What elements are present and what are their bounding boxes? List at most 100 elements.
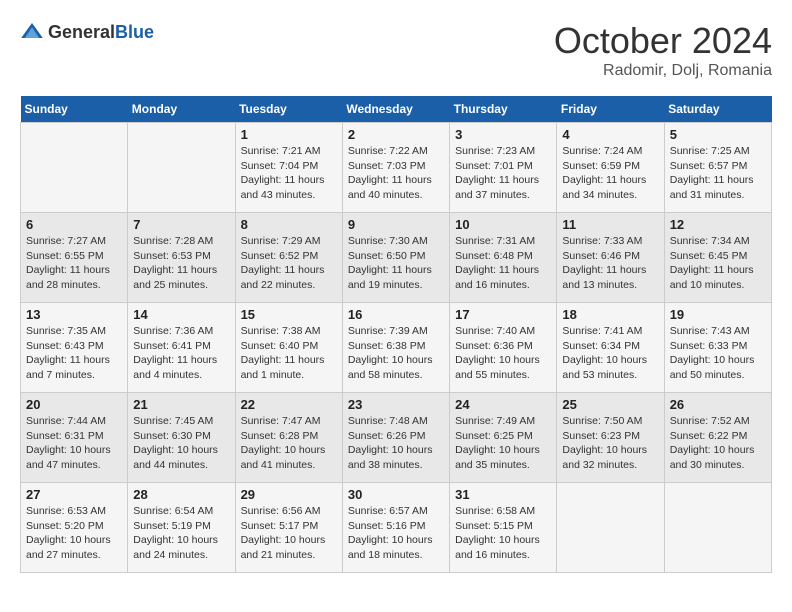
calendar-cell: 19 Sunrise: 7:43 AM Sunset: 6:33 PM Dayl… — [664, 303, 771, 393]
day-number: 17 — [455, 307, 551, 322]
calendar-cell: 25 Sunrise: 7:50 AM Sunset: 6:23 PM Dayl… — [557, 393, 664, 483]
sunset: Sunset: 6:22 PM — [670, 430, 748, 442]
calendar-cell: 5 Sunrise: 7:25 AM Sunset: 6:57 PM Dayli… — [664, 123, 771, 213]
sunset: Sunset: 6:31 PM — [26, 430, 104, 442]
sunrise: Sunrise: 7:27 AM — [26, 235, 106, 247]
day-info: Sunrise: 7:22 AM Sunset: 7:03 PM Dayligh… — [348, 144, 444, 203]
sunset: Sunset: 6:40 PM — [241, 340, 319, 352]
day-number: 7 — [133, 217, 229, 232]
day-info: Sunrise: 7:39 AM Sunset: 6:38 PM Dayligh… — [348, 324, 444, 383]
sunset: Sunset: 6:41 PM — [133, 340, 211, 352]
sunrise: Sunrise: 7:35 AM — [26, 325, 106, 337]
sunset: Sunset: 6:43 PM — [26, 340, 104, 352]
calendar-week-row: 13 Sunrise: 7:35 AM Sunset: 6:43 PM Dayl… — [21, 303, 772, 393]
calendar-cell: 21 Sunrise: 7:45 AM Sunset: 6:30 PM Dayl… — [128, 393, 235, 483]
daylight: Daylight: 10 hours and 18 minutes. — [348, 534, 433, 561]
sunrise: Sunrise: 7:40 AM — [455, 325, 535, 337]
day-number: 25 — [562, 397, 658, 412]
month-title: October 2024 — [554, 20, 772, 62]
day-info: Sunrise: 7:43 AM Sunset: 6:33 PM Dayligh… — [670, 324, 766, 383]
sunset: Sunset: 6:26 PM — [348, 430, 426, 442]
sunset: Sunset: 5:20 PM — [26, 520, 104, 532]
sunset: Sunset: 6:34 PM — [562, 340, 640, 352]
day-info: Sunrise: 7:48 AM Sunset: 6:26 PM Dayligh… — [348, 414, 444, 473]
sunrise: Sunrise: 7:23 AM — [455, 145, 535, 157]
sunset: Sunset: 6:33 PM — [670, 340, 748, 352]
sunrise: Sunrise: 7:34 AM — [670, 235, 750, 247]
daylight: Daylight: 10 hours and 58 minutes. — [348, 354, 433, 381]
calendar-cell: 9 Sunrise: 7:30 AM Sunset: 6:50 PM Dayli… — [342, 213, 449, 303]
day-info: Sunrise: 6:57 AM Sunset: 5:16 PM Dayligh… — [348, 504, 444, 563]
day-number: 18 — [562, 307, 658, 322]
calendar-cell: 26 Sunrise: 7:52 AM Sunset: 6:22 PM Dayl… — [664, 393, 771, 483]
day-number: 6 — [26, 217, 122, 232]
sunset: Sunset: 7:03 PM — [348, 160, 426, 172]
daylight: Daylight: 11 hours and 13 minutes. — [562, 264, 646, 291]
day-number: 11 — [562, 217, 658, 232]
calendar-cell: 2 Sunrise: 7:22 AM Sunset: 7:03 PM Dayli… — [342, 123, 449, 213]
day-info: Sunrise: 6:54 AM Sunset: 5:19 PM Dayligh… — [133, 504, 229, 563]
sunrise: Sunrise: 7:25 AM — [670, 145, 750, 157]
day-number: 21 — [133, 397, 229, 412]
sunrise: Sunrise: 6:54 AM — [133, 505, 213, 517]
daylight: Daylight: 10 hours and 55 minutes. — [455, 354, 540, 381]
page-header: GeneralBlue October 2024 Radomir, Dolj, … — [20, 20, 772, 80]
day-number: 22 — [241, 397, 337, 412]
day-info: Sunrise: 7:52 AM Sunset: 6:22 PM Dayligh… — [670, 414, 766, 473]
day-info: Sunrise: 7:49 AM Sunset: 6:25 PM Dayligh… — [455, 414, 551, 473]
logo-general: General — [48, 22, 115, 42]
calendar-cell: 12 Sunrise: 7:34 AM Sunset: 6:45 PM Dayl… — [664, 213, 771, 303]
sunset: Sunset: 6:50 PM — [348, 250, 426, 262]
sunset: Sunset: 6:36 PM — [455, 340, 533, 352]
calendar-cell: 27 Sunrise: 6:53 AM Sunset: 5:20 PM Dayl… — [21, 483, 128, 573]
daylight: Daylight: 10 hours and 32 minutes. — [562, 444, 647, 471]
sunrise: Sunrise: 7:48 AM — [348, 415, 428, 427]
daylight: Daylight: 10 hours and 21 minutes. — [241, 534, 326, 561]
sunset: Sunset: 6:59 PM — [562, 160, 640, 172]
day-info: Sunrise: 7:30 AM Sunset: 6:50 PM Dayligh… — [348, 234, 444, 293]
sunset: Sunset: 6:28 PM — [241, 430, 319, 442]
sunrise: Sunrise: 7:47 AM — [241, 415, 321, 427]
day-info: Sunrise: 7:31 AM Sunset: 6:48 PM Dayligh… — [455, 234, 551, 293]
sunset: Sunset: 5:15 PM — [455, 520, 533, 532]
day-number: 20 — [26, 397, 122, 412]
calendar-cell: 17 Sunrise: 7:40 AM Sunset: 6:36 PM Dayl… — [450, 303, 557, 393]
sunset: Sunset: 6:38 PM — [348, 340, 426, 352]
day-of-week-header: Tuesday — [235, 96, 342, 123]
calendar-cell — [557, 483, 664, 573]
day-number: 3 — [455, 127, 551, 142]
sunset: Sunset: 6:25 PM — [455, 430, 533, 442]
daylight: Daylight: 11 hours and 7 minutes. — [26, 354, 110, 381]
day-info: Sunrise: 7:35 AM Sunset: 6:43 PM Dayligh… — [26, 324, 122, 383]
calendar-cell — [128, 123, 235, 213]
sunrise: Sunrise: 7:44 AM — [26, 415, 106, 427]
daylight: Daylight: 10 hours and 47 minutes. — [26, 444, 111, 471]
calendar-cell: 6 Sunrise: 7:27 AM Sunset: 6:55 PM Dayli… — [21, 213, 128, 303]
calendar-cell: 14 Sunrise: 7:36 AM Sunset: 6:41 PM Dayl… — [128, 303, 235, 393]
daylight: Daylight: 11 hours and 25 minutes. — [133, 264, 217, 291]
logo-icon — [20, 20, 44, 44]
sunset: Sunset: 6:30 PM — [133, 430, 211, 442]
day-of-week-header: Friday — [557, 96, 664, 123]
day-of-week-header: Monday — [128, 96, 235, 123]
sunrise: Sunrise: 7:52 AM — [670, 415, 750, 427]
sunrise: Sunrise: 7:31 AM — [455, 235, 535, 247]
sunrise: Sunrise: 7:45 AM — [133, 415, 213, 427]
daylight: Daylight: 10 hours and 44 minutes. — [133, 444, 218, 471]
calendar-cell: 29 Sunrise: 6:56 AM Sunset: 5:17 PM Dayl… — [235, 483, 342, 573]
day-info: Sunrise: 7:44 AM Sunset: 6:31 PM Dayligh… — [26, 414, 122, 473]
sunrise: Sunrise: 7:24 AM — [562, 145, 642, 157]
day-number: 26 — [670, 397, 766, 412]
daylight: Daylight: 10 hours and 53 minutes. — [562, 354, 647, 381]
calendar-header-row: SundayMondayTuesdayWednesdayThursdayFrid… — [21, 96, 772, 123]
sunset: Sunset: 6:23 PM — [562, 430, 640, 442]
calendar-week-row: 27 Sunrise: 6:53 AM Sunset: 5:20 PM Dayl… — [21, 483, 772, 573]
day-number: 27 — [26, 487, 122, 502]
calendar-cell: 16 Sunrise: 7:39 AM Sunset: 6:38 PM Dayl… — [342, 303, 449, 393]
calendar-cell: 15 Sunrise: 7:38 AM Sunset: 6:40 PM Dayl… — [235, 303, 342, 393]
calendar-cell: 28 Sunrise: 6:54 AM Sunset: 5:19 PM Dayl… — [128, 483, 235, 573]
day-info: Sunrise: 7:38 AM Sunset: 6:40 PM Dayligh… — [241, 324, 337, 383]
sunset: Sunset: 7:01 PM — [455, 160, 533, 172]
daylight: Daylight: 10 hours and 38 minutes. — [348, 444, 433, 471]
day-of-week-header: Thursday — [450, 96, 557, 123]
